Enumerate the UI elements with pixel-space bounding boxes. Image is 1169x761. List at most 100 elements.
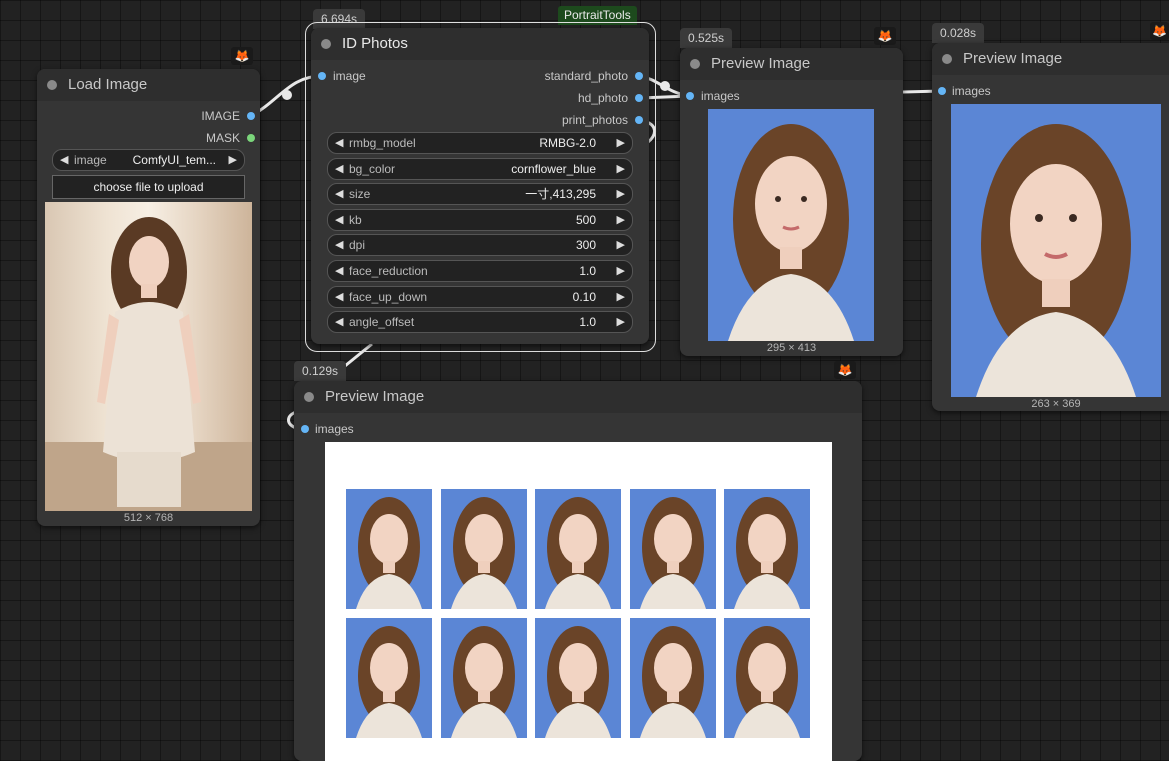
widget-value: 1.0	[579, 264, 596, 278]
output-standard-photo-label: standard_photo	[544, 69, 628, 83]
image-selector-widget[interactable]: ◀ image ComfyUI_tem... ▶	[52, 149, 245, 171]
collapse-dot[interactable]	[47, 80, 57, 90]
widget-label: size	[349, 187, 371, 201]
preview-standard-header[interactable]: Preview Image	[680, 48, 903, 80]
kb-widget[interactable]: ◀ kb 500 ▶	[327, 209, 633, 231]
widget-label: bg_color	[349, 162, 396, 176]
widget-label: kb	[349, 213, 362, 227]
preview-print-fox-icon: 🦊	[834, 361, 856, 379]
woman-standing-image	[45, 217, 252, 511]
preview-hd-node[interactable]: Preview Image images 263 × 369	[932, 43, 1169, 411]
print-photo-tile	[535, 618, 621, 738]
increment-arrow-icon[interactable]: ▶	[617, 159, 625, 179]
preview-print-node[interactable]: Preview Image images	[294, 381, 862, 761]
output-image-slot[interactable]	[247, 112, 255, 120]
print-photo-tile	[629, 489, 716, 609]
output-print-photos-slot[interactable]	[635, 116, 643, 124]
standard-photo-preview	[708, 109, 874, 341]
widget-label: angle_offset	[349, 315, 415, 329]
decrement-arrow-icon[interactable]: ◀	[335, 133, 343, 153]
preview-hd-timing: 0.028s	[932, 23, 985, 43]
widget-label: face_reduction	[349, 264, 428, 278]
decrement-arrow-icon[interactable]: ◀	[335, 184, 343, 204]
input-images-slot[interactable]	[301, 425, 309, 433]
collapse-dot[interactable]	[942, 54, 952, 64]
output-hd-photo-slot[interactable]	[635, 94, 643, 102]
id-photos-node[interactable]: ID Photos image standard_photo hd_photo …	[311, 28, 649, 344]
decrement-arrow-icon[interactable]: ◀	[335, 312, 343, 332]
output-standard-photo-slot[interactable]	[635, 72, 643, 80]
decrement-arrow-icon[interactable]: ◀	[335, 235, 343, 255]
upload-button[interactable]: choose file to upload	[52, 175, 245, 199]
increment-arrow-icon[interactable]: ▶	[617, 184, 625, 204]
face-up-down-widget[interactable]: ◀ face_up_down 0.10 ▶	[327, 286, 633, 308]
angle-offset-widget[interactable]: ◀ angle_offset 1.0 ▶	[327, 311, 633, 333]
loaded-image-preview	[45, 202, 252, 511]
print-photo-tile	[724, 618, 810, 738]
preview-hd-fox-icon: 🦊	[1150, 22, 1169, 40]
preview-standard-timing: 0.525s	[680, 28, 733, 48]
widget-value: RMBG-2.0	[539, 136, 596, 150]
output-mask-label: MASK	[205, 131, 240, 145]
print-photo-tile	[535, 489, 621, 609]
size-widget[interactable]: ◀ size 一寸,413,295 ▶	[327, 183, 633, 205]
node-title: Load Image	[68, 76, 148, 93]
widget-value: 1.0	[579, 315, 596, 329]
decrement-arrow-icon[interactable]: ◀	[335, 261, 343, 281]
output-mask-slot[interactable]	[247, 134, 255, 142]
preview-standard-node[interactable]: Preview Image images 295 × 413	[680, 48, 903, 356]
widget-value: 一寸,413,295	[525, 187, 596, 201]
input-images-label: images	[315, 422, 354, 436]
widget-value: 500	[575, 213, 596, 227]
input-images-label: images	[701, 89, 740, 103]
widget-label: rmbg_model	[349, 136, 416, 150]
input-images-slot[interactable]	[686, 92, 694, 100]
increment-arrow-icon[interactable]: ▶	[617, 287, 625, 307]
print-photo-tile	[440, 618, 527, 738]
increment-arrow-icon[interactable]: ▶	[617, 312, 625, 332]
rmbg-model-widget[interactable]: ◀ rmbg_model RMBG-2.0 ▶	[327, 132, 633, 154]
increment-arrow-icon[interactable]: ▶	[617, 210, 625, 230]
output-image-label: IMAGE	[201, 109, 240, 123]
increment-arrow-icon[interactable]: ▶	[229, 150, 237, 170]
widget-value: 0.10	[572, 290, 596, 304]
bg-color-widget[interactable]: ◀ bg_color cornflower_blue ▶	[327, 158, 633, 180]
collapse-dot[interactable]	[321, 39, 331, 49]
collapse-dot[interactable]	[304, 392, 314, 402]
node-title: Preview Image	[711, 55, 811, 72]
decrement-arrow-icon[interactable]: ◀	[60, 150, 68, 170]
hd-photo-preview	[951, 104, 1161, 397]
image-dimensions: 295 × 413	[766, 342, 817, 354]
widget-label: image	[74, 153, 107, 167]
input-images-slot[interactable]	[938, 87, 946, 95]
preview-hd-header[interactable]: Preview Image	[932, 43, 1169, 75]
widget-label: dpi	[349, 238, 366, 252]
portrait-image	[976, 124, 1136, 397]
face-reduction-widget[interactable]: ◀ face_reduction 1.0 ▶	[327, 260, 633, 282]
decrement-arrow-icon[interactable]: ◀	[335, 287, 343, 307]
increment-arrow-icon[interactable]: ▶	[617, 133, 625, 153]
output-hd-photo-label: hd_photo	[577, 91, 628, 105]
collapse-dot[interactable]	[690, 59, 700, 69]
input-image-slot[interactable]	[318, 72, 326, 80]
decrement-arrow-icon[interactable]: ◀	[335, 210, 343, 230]
node-title: Preview Image	[325, 388, 425, 405]
portrait-image	[728, 124, 854, 341]
decrement-arrow-icon[interactable]: ◀	[335, 159, 343, 179]
image-dimensions: 263 × 369	[1031, 398, 1081, 410]
print-photo-tile	[440, 489, 527, 609]
increment-arrow-icon[interactable]: ▶	[617, 261, 625, 281]
print-photo-tile	[346, 618, 432, 738]
widget-value: cornflower_blue	[511, 162, 596, 176]
widget-value: ComfyUI_tem...	[132, 153, 216, 167]
preview-print-header[interactable]: Preview Image	[294, 381, 862, 413]
image-dimensions: 512 × 768	[123, 512, 174, 524]
dpi-widget[interactable]: ◀ dpi 300 ▶	[327, 234, 633, 256]
widget-value: 300	[575, 238, 596, 252]
node-title: ID Photos	[342, 35, 408, 52]
id-photos-header[interactable]: ID Photos	[311, 28, 649, 60]
increment-arrow-icon[interactable]: ▶	[617, 235, 625, 255]
load-image-node[interactable]: Load Image IMAGE MASK ◀ image ComfyUI_te…	[37, 69, 260, 526]
widget-label: face_up_down	[349, 290, 428, 304]
load-image-header[interactable]: Load Image	[37, 69, 260, 101]
